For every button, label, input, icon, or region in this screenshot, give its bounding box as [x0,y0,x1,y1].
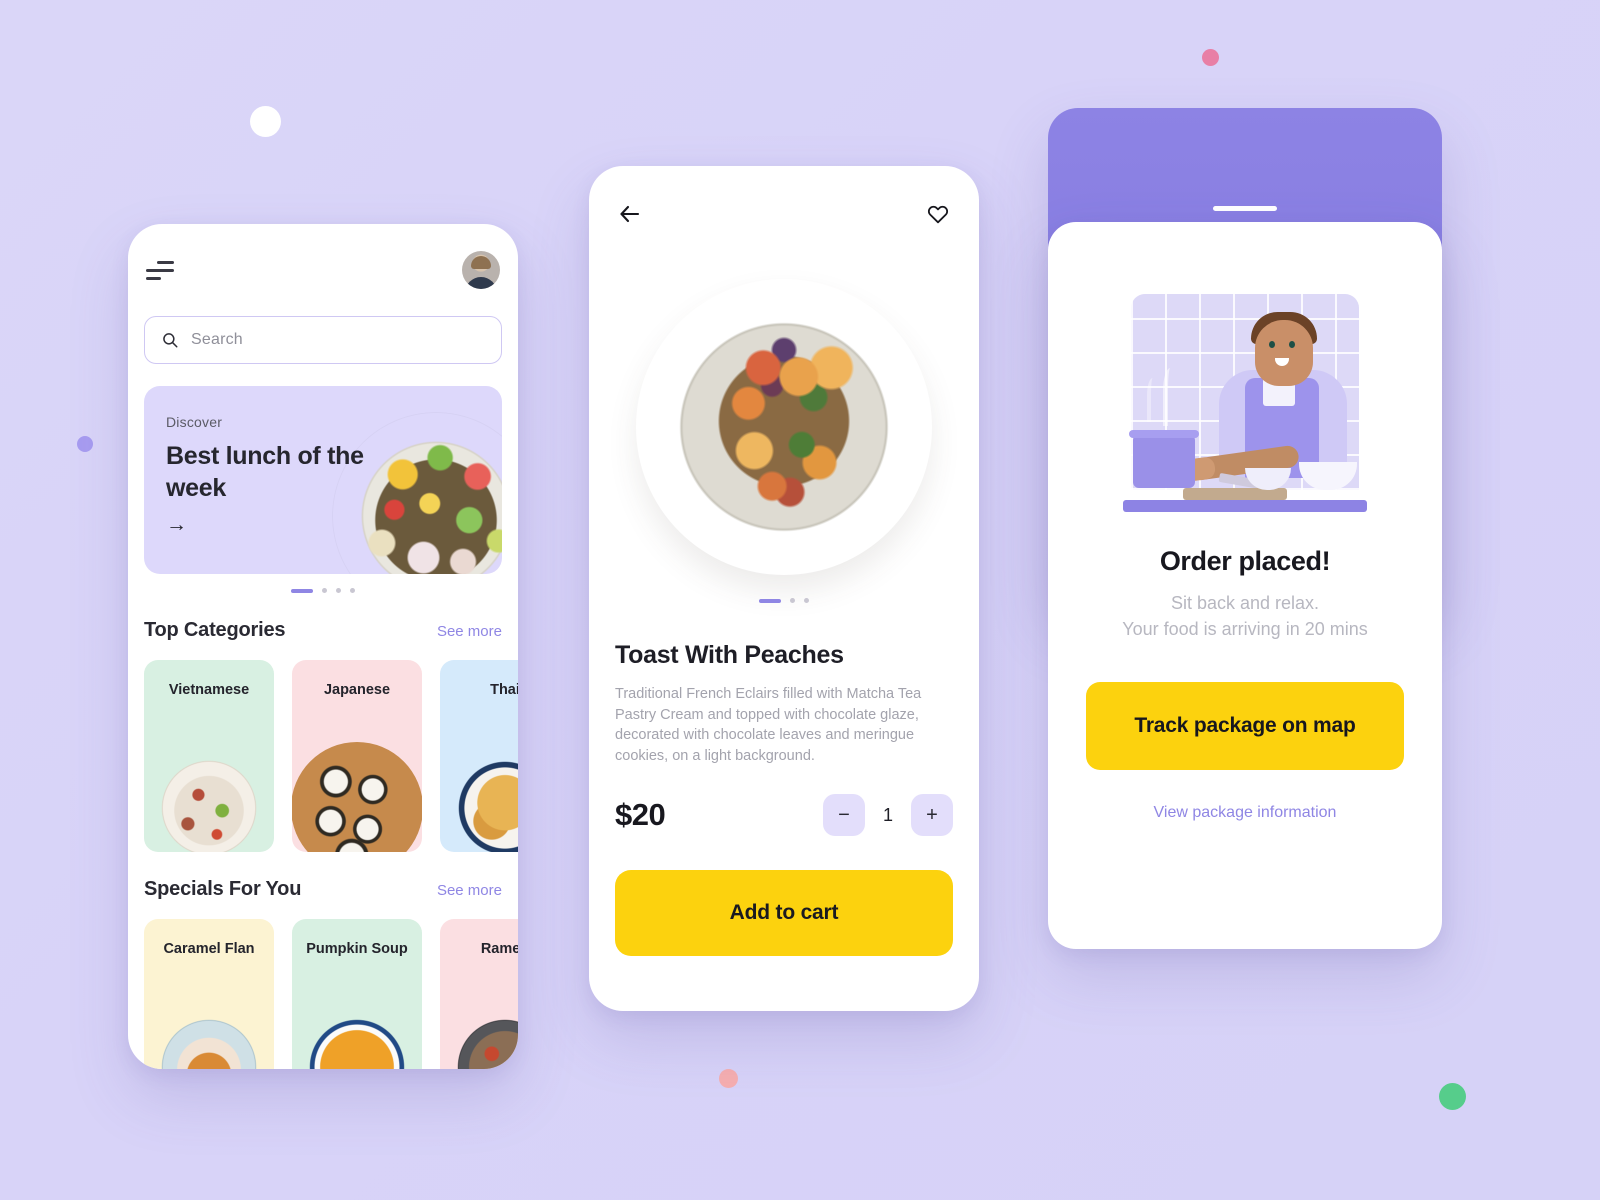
canvas: Search Discover Best lunch of the week →… [0,0,1600,1200]
section-title: Top Categories [144,619,286,641]
product-image [589,262,979,592]
order-title: Order placed! [1159,546,1331,576]
search-icon [163,333,178,348]
special-label: Pumpkin Soup [306,941,408,957]
detail-screen: Toast With Peaches Traditional French Ec… [589,166,979,1011]
order-screen: Order placed! Sit back and relax. Your f… [1048,222,1442,949]
white-dot [250,106,281,137]
special-card[interactable]: Ramen [440,919,518,1069]
purple-dot-left [77,436,93,452]
section-title: Specials For You [144,878,302,900]
counter-top [1123,500,1367,512]
avatar[interactable] [462,251,500,289]
order-body: Order placed! Sit back and relax. Your f… [1048,512,1442,822]
track-package-button[interactable]: Track package on map [1086,682,1404,771]
specials-carousel[interactable]: Caramel Flan Pumpkin Soup Ramen [144,919,518,1069]
product-price: $20 [615,797,666,833]
green-dot [1439,1083,1466,1110]
decrement-button[interactable]: − [823,794,865,837]
pager-dot[interactable] [322,588,327,593]
pink-dot-bottom [719,1069,738,1088]
add-to-cart-button[interactable]: Add to cart [615,870,953,957]
hero-pagination[interactable] [144,588,502,593]
sushi-board-image [292,742,422,852]
caramel-flan-image [144,1001,274,1069]
toast-with-peaches-image [636,279,932,575]
hero-banner[interactable]: Discover Best lunch of the week → [144,386,502,574]
ramen-bowl-image [440,1001,518,1069]
detail-topbar [589,166,979,262]
pager-dot[interactable] [790,598,795,603]
search-placeholder: Search [191,331,243,348]
specials-header: Specials For You See more [144,878,502,901]
pho-bowl-image [144,742,274,852]
category-card[interactable]: Thai [440,660,518,852]
category-card[interactable]: Japanese [292,660,422,852]
favorite-button[interactable] [923,199,953,229]
pager-active-bar[interactable] [291,588,313,593]
product-description: Traditional French Eclairs filled with M… [615,686,922,764]
pot-lid [1129,430,1199,438]
search-input[interactable]: Search [144,316,502,364]
pager-dot[interactable] [336,588,341,593]
special-label: Ramen [480,941,518,957]
order-subtitle-line1: Sit back and relax. [1170,593,1320,613]
category-label: Japanese [323,682,391,698]
pager-dot[interactable] [350,588,355,593]
product-pagination[interactable] [589,598,979,603]
chef-eye [1289,341,1295,348]
arrow-left-icon [620,205,640,223]
chef-head [1255,320,1313,386]
pager-dot[interactable] [804,598,809,603]
chef-cooking-illustration [1123,294,1367,512]
special-card[interactable]: Pumpkin Soup [292,919,422,1069]
detail-body: Toast With Peaches Traditional French Ec… [589,641,979,837]
order-subtitle: Sit back and relax. Your food is arrivin… [1086,591,1404,642]
drag-handle[interactable] [1213,206,1277,211]
increment-button[interactable]: + [911,794,953,837]
steam-icon [1147,378,1161,422]
home-topbar [144,224,502,316]
hamburger-icon[interactable] [146,260,174,280]
product-title: Toast With Peaches [615,641,844,669]
chef-eye [1269,341,1275,348]
pad-thai-image [440,742,518,852]
category-label: Thai [490,682,518,698]
special-card[interactable]: Caramel Flan [144,919,274,1069]
pumpkin-soup-image [292,1001,422,1069]
salad-bowl-image [332,412,502,574]
back-button[interactable] [615,199,645,229]
top-categories-header: Top Categories See more [144,619,502,642]
illustration [1048,222,1442,512]
order-subtitle-line2: Your food is arriving in 20 mins [1122,618,1368,639]
category-card[interactable]: Vietnamese [144,660,274,852]
category-label: Vietnamese [168,682,250,698]
heart-icon [928,205,948,224]
categories-carousel[interactable]: Vietnamese Japanese Thai [144,660,518,852]
special-label: Caramel Flan [163,941,255,957]
price-row: $20 − 1 + [615,794,953,837]
pink-dot-top [1202,49,1219,66]
home-screen: Search Discover Best lunch of the week →… [128,224,518,1069]
quantity-value: 1 [882,804,893,825]
quantity-stepper[interactable]: − 1 + [823,794,953,837]
view-package-information-link[interactable]: View package information [1086,804,1404,822]
see-more-link-categories[interactable]: See more [437,623,502,640]
pager-active-bar[interactable] [759,598,781,603]
cooking-pot [1133,436,1195,488]
steam-icon [1163,368,1181,426]
see-more-link-specials[interactable]: See more [437,882,502,899]
